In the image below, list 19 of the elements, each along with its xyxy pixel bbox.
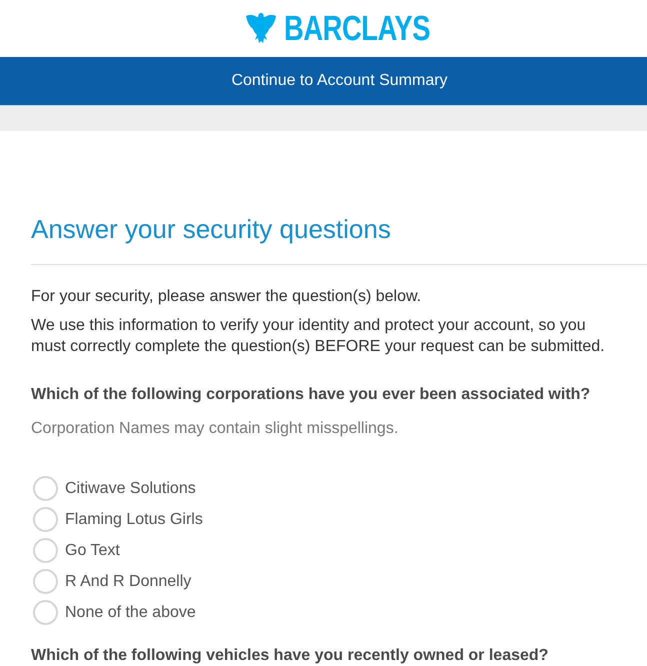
radio-button[interactable] (33, 476, 58, 501)
eagle-icon (246, 12, 276, 44)
option-label[interactable]: Go Text (65, 540, 120, 561)
question-text: Which of the following vehicles have you recently owned or leased? (31, 646, 548, 666)
question-text: Which of the following corporations have you ever been associated with? (31, 385, 590, 405)
option-label[interactable]: None of the above (65, 602, 196, 623)
page-title: Answer your security questions (31, 213, 391, 245)
logo-wordmark: BARCLAYS (284, 12, 430, 46)
option-label[interactable]: R And R Donnelly (65, 571, 192, 592)
option-label[interactable]: Flaming Lotus Girls (65, 509, 203, 530)
intro-text: For your security, please answer the question(s) below. (31, 287, 422, 307)
radio-button[interactable] (33, 569, 58, 594)
radio-button[interactable] (33, 507, 58, 532)
hint-text: Corporation Names may contain slight misspellings. (31, 419, 398, 439)
explanation-text: We use this information to verify your identity and protect your account, so you must correctly complete the question(s) BEFORE your request can be submitted. (31, 316, 606, 357)
radio-button[interactable] (33, 600, 58, 625)
option-label[interactable]: Citiwave Solutions (65, 478, 196, 499)
account-summary-link[interactable]: Continue to Account Summary (231, 71, 448, 91)
radio-button[interactable] (33, 538, 58, 563)
